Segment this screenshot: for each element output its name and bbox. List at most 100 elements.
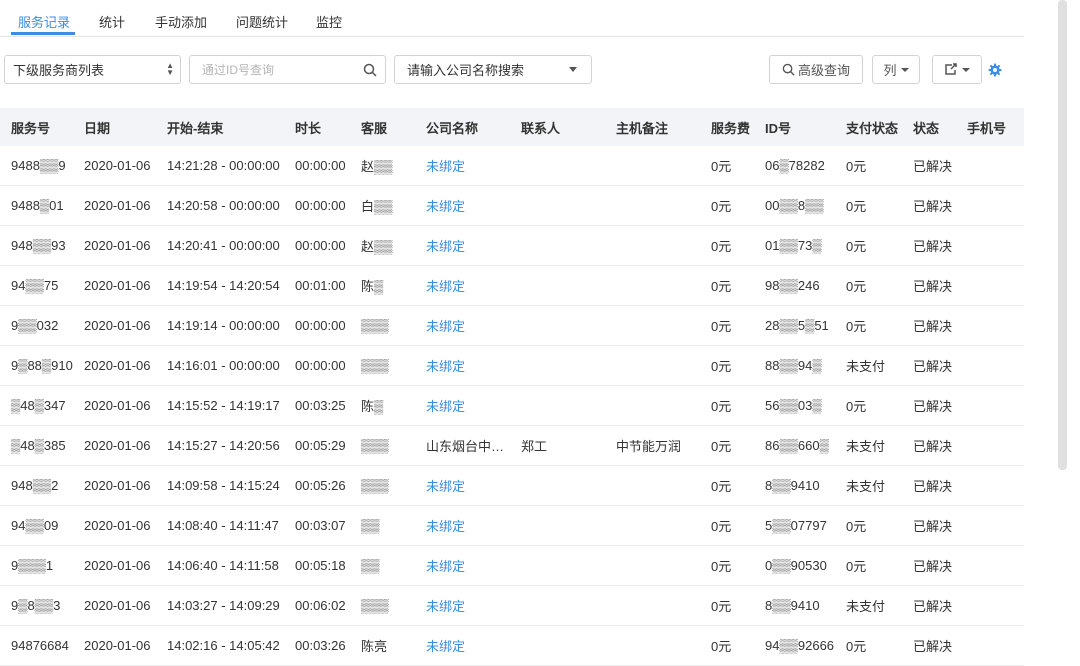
- cell-status: 已解决: [902, 425, 956, 466]
- table-row[interactable]: 9488▒01 2020-01-06 14:20:58 - 00:00:00 00:0…: [0, 185, 1024, 226]
- cell-duration: 00:06:02: [284, 585, 350, 626]
- cell-company[interactable]: 未绑定: [415, 465, 510, 506]
- col-date[interactable]: 日期: [73, 108, 156, 146]
- cell-status: 已解决: [902, 185, 956, 226]
- tab-service-records[interactable]: 服务记录: [18, 12, 70, 31]
- cell-id-no: 98▒▒246: [754, 265, 835, 306]
- cell-company[interactable]: 未绑定: [415, 385, 510, 426]
- cell-time-range: 14:21:28 - 00:00:00: [156, 146, 284, 186]
- tab-issue-statistics[interactable]: 问题统计: [236, 12, 288, 31]
- col-phone[interactable]: 手机号: [956, 108, 1024, 146]
- cell-host-note: [605, 585, 700, 626]
- cell-company[interactable]: 未绑定: [415, 185, 510, 226]
- cell-company[interactable]: 未绑定: [415, 345, 510, 386]
- table-row[interactable]: 9▒8▒▒3 2020-01-06 14:03:27 - 14:09:29 00:06…: [0, 585, 1024, 626]
- col-status[interactable]: 状态: [902, 108, 956, 146]
- vertical-scrollbar[interactable]: [1058, 0, 1067, 470]
- table-row[interactable]: ▒48▒347 2020-01-06 14:15:52 - 14:19:17 00:0…: [0, 385, 1024, 426]
- cell-fee: 0元: [700, 265, 754, 306]
- table-row[interactable]: ▒48▒385 2020-01-06 14:15:27 - 14:20:56 00:0…: [0, 425, 1024, 466]
- col-service-no[interactable]: 服务号: [0, 108, 73, 146]
- advanced-query-label: 高级查询: [797, 63, 850, 78]
- cell-host-note: [605, 625, 700, 666]
- table-row[interactable]: 948▒▒93 2020-01-06 14:20:41 - 00:00:00 00:0…: [0, 225, 1024, 266]
- table-row[interactable]: 94876684 2020-01-06 14:02:16 - 14:05:42 00:…: [0, 625, 1024, 666]
- cell-service-no: 9▒▒032: [0, 305, 73, 346]
- cell-date: 2020-01-06: [73, 305, 156, 346]
- cell-company[interactable]: 未绑定: [415, 545, 510, 586]
- cell-fee: 0元: [700, 545, 754, 586]
- cell-date: 2020-01-06: [73, 545, 156, 586]
- cell-company[interactable]: 未绑定: [415, 585, 510, 626]
- cell-time-range: 14:06:40 - 14:11:58: [156, 545, 284, 586]
- cell-company[interactable]: 未绑定: [415, 146, 510, 186]
- col-contact[interactable]: 联系人: [510, 108, 605, 146]
- cell-service-no: ▒48▒347: [0, 385, 73, 426]
- cell-pay-status: 0元: [835, 385, 902, 426]
- table-row[interactable]: 948▒▒2 2020-01-06 14:09:58 - 14:15:24 00:05…: [0, 465, 1024, 506]
- tab-monitor[interactable]: 监控: [316, 12, 342, 31]
- col-company[interactable]: 公司名称: [415, 108, 510, 146]
- id-search-input[interactable]: 通过ID号查询: [189, 55, 386, 84]
- col-time-range[interactable]: 开始-结束: [156, 108, 284, 146]
- tab-statistics[interactable]: 统计: [99, 12, 125, 31]
- table-row[interactable]: 9488▒▒9 2020-01-06 14:21:28 - 00:00:00 00:0…: [0, 146, 1024, 186]
- cell-id-no: 00▒▒8▒▒: [754, 185, 835, 226]
- col-pay-status[interactable]: 支付状态: [835, 108, 902, 146]
- col-agent[interactable]: 客服: [350, 108, 415, 146]
- cell-date: 2020-01-06: [73, 185, 156, 226]
- provider-select[interactable]: 下级服务商列表 ▲ ▼: [4, 55, 181, 84]
- cell-company[interactable]: 未绑定: [415, 505, 510, 546]
- cell-duration: 00:00:00: [284, 225, 350, 266]
- cell-fee: 0元: [700, 425, 754, 466]
- gear-icon[interactable]: [988, 63, 1002, 77]
- cell-contact: [510, 505, 605, 546]
- cell-id-no: 86▒▒660▒: [754, 425, 835, 466]
- cell-service-no: ▒48▒385: [0, 425, 73, 466]
- cell-contact: [510, 225, 605, 266]
- table-row[interactable]: 94▒▒75 2020-01-06 14:19:54 - 14:20:54 00:01…: [0, 265, 1024, 306]
- share-icon: [945, 63, 957, 75]
- col-id-no[interactable]: ID号: [754, 108, 835, 146]
- cell-contact: [510, 265, 605, 306]
- table-row[interactable]: 9▒▒032 2020-01-06 14:19:14 - 00:00:00 00:00…: [0, 305, 1024, 346]
- col-host-note[interactable]: 主机备注: [605, 108, 700, 146]
- cell-company[interactable]: 未绑定: [415, 625, 510, 666]
- cell-agent: ▒▒▒: [350, 425, 415, 466]
- cell-date: 2020-01-06: [73, 146, 156, 186]
- cell-company[interactable]: 未绑定: [415, 225, 510, 266]
- table-row[interactable]: 9▒▒▒1 2020-01-06 14:06:40 - 14:11:58 00:05:…: [0, 545, 1024, 586]
- cell-id-no: 28▒▒5▒51: [754, 305, 835, 346]
- cell-pay-status: 0元: [835, 505, 902, 546]
- cell-fee: 0元: [700, 345, 754, 386]
- chevron-down-icon: [569, 67, 577, 72]
- cell-host-note: [605, 146, 700, 186]
- columns-button[interactable]: 列: [872, 55, 920, 84]
- cell-company[interactable]: 未绑定: [415, 265, 510, 306]
- cell-agent: 陈▒: [350, 385, 415, 426]
- cell-pay-status: 未支付: [835, 465, 902, 506]
- cell-duration: 00:05:29: [284, 425, 350, 466]
- cell-time-range: 14:16:01 - 00:00:00: [156, 345, 284, 386]
- cell-service-no: 9488▒▒9: [0, 146, 73, 186]
- cell-time-range: 14:03:27 - 14:09:29: [156, 585, 284, 626]
- cell-id-no: 01▒▒73▒: [754, 225, 835, 266]
- cell-company[interactable]: 未绑定: [415, 305, 510, 346]
- cell-fee: 0元: [700, 505, 754, 546]
- cell-host-note: [605, 265, 700, 306]
- col-duration[interactable]: 时长: [284, 108, 350, 146]
- cell-agent: ▒▒▒: [350, 305, 415, 346]
- tab-manual-add[interactable]: 手动添加: [155, 12, 207, 31]
- cell-status: 已解决: [902, 265, 956, 306]
- table-row[interactable]: 94▒▒09 2020-01-06 14:08:40 - 14:11:47 00:03…: [0, 505, 1024, 546]
- export-button[interactable]: [932, 55, 982, 84]
- company-select[interactable]: 请输入公司名称搜索: [394, 55, 592, 84]
- col-fee[interactable]: 服务费: [700, 108, 754, 146]
- cell-status: 已解决: [902, 305, 956, 346]
- cell-fee: 0元: [700, 225, 754, 266]
- table-row[interactable]: 9▒88▒910 2020-01-06 14:16:01 - 00:00:00 00:…: [0, 345, 1024, 386]
- cell-agent: ▒▒▒: [350, 345, 415, 386]
- search-icon[interactable]: [363, 63, 377, 77]
- advanced-query-button[interactable]: 高级查询: [769, 55, 863, 84]
- cell-service-no: 94▒▒09: [0, 505, 73, 546]
